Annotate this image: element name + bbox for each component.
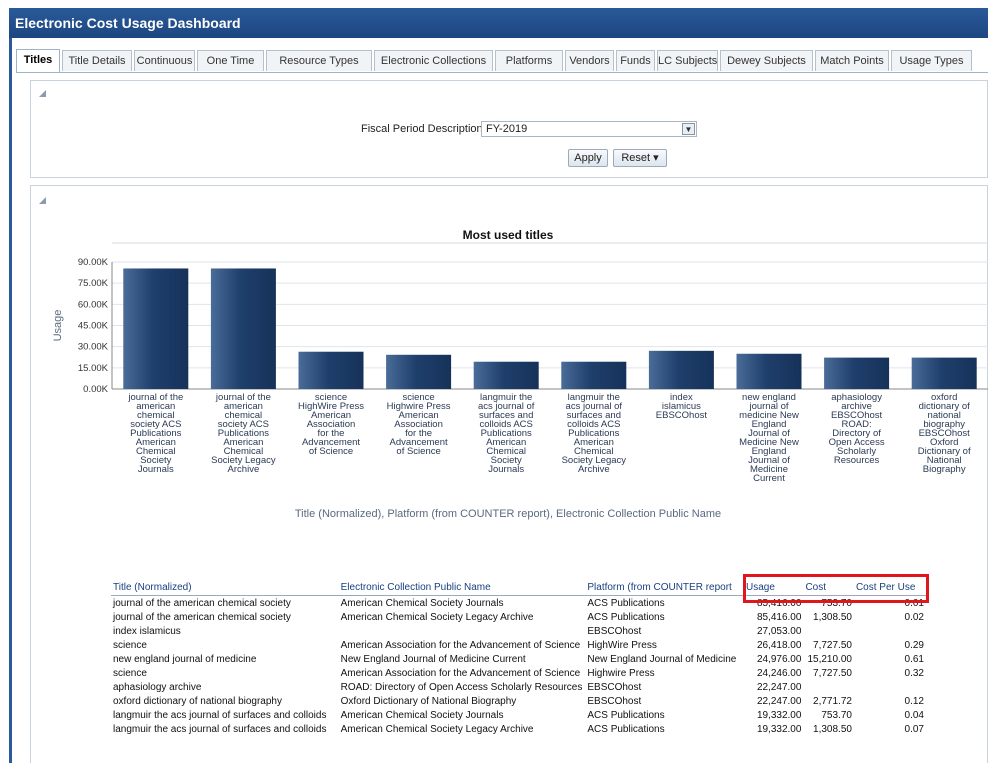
table-cell: 15,210.00 [807,653,852,665]
table-cell [854,680,926,694]
tab-vendors[interactable]: Vendors [565,50,614,71]
table-cell: journal of the american chemical society [113,597,291,609]
table-row: science American Association for the Adva… [111,666,926,680]
table-cell: EBSCOhost [587,695,642,707]
table-cell: HighWire Press [587,639,657,651]
dashboard-title: Electronic Cost Usage Dashboard [9,8,988,38]
table-cell: 0.07 [904,723,924,735]
tab-one-time[interactable]: One Time [197,50,264,71]
table-cell: oxford dictionary of national biography [113,695,282,707]
table-cell: American Chemical Society Journals [340,597,504,609]
fiscal-period-value: FY-2019 [486,123,528,135]
left-border [9,38,12,763]
reset-button[interactable]: Reset ▾ [613,149,667,167]
column-header[interactable]: Title (Normalized) [111,580,339,596]
table-row: index islamicus EBSCOhost 27,053.00 [111,624,926,638]
table-cell: ACS Publications [587,709,665,721]
table-cell: langmuir the acs journal of surfaces and… [113,723,327,735]
table-cell: 7,727.50 [813,639,852,651]
fiscal-period-label: Fiscal Period Description [361,123,483,135]
table-cell: 26,418.00 [756,639,802,651]
table-cell: EBSCOhost [587,625,642,637]
tab-continuous[interactable]: Continuous [134,50,195,71]
table-cell: 2,771.72 [813,695,852,707]
table-cell: 0.32 [904,667,924,679]
table-cell: 0.12 [904,695,924,707]
table-cell: American Chemical Society Legacy Archive [340,723,534,735]
tab-electronic-collections[interactable]: Electronic Collections [374,50,493,71]
table-cell: 19,332.00 [756,723,802,735]
table-cell: 27,053.00 [756,625,802,637]
chevron-down-icon: ▼ [682,123,695,135]
table-cell [803,680,854,694]
column-header[interactable]: Platform (from COUNTER report [585,580,745,596]
table-cell [339,624,586,638]
table-cell: 24,246.00 [756,667,802,679]
table-cell [854,624,926,638]
table-cell: 7,727.50 [813,667,852,679]
tab-resource-types[interactable]: Resource Types [266,50,372,71]
table-cell: ACS Publications [587,597,665,609]
table-cell: ROAD: Directory of Open Access Scholarly… [340,681,583,693]
table-cell: ACS Publications [587,723,665,735]
table-row: new england journal of medicine New Engla… [111,652,926,666]
table-cell: EBSCOhost [587,681,642,693]
table-row: science American Association for the Adva… [111,638,926,652]
apply-button[interactable]: Apply [568,149,608,167]
tab-usage-types[interactable]: Usage Types [891,50,972,71]
table-cell: new england journal of medicine [113,653,257,665]
chart-title: Most used titles [462,228,554,242]
table-row: aphasiology archive ROAD: Directory of Op… [111,680,926,694]
table-cell: 22,247.00 [756,681,802,693]
table-cell: American Association for the Advancement… [340,667,581,679]
table-cell: American Association for the Advancement… [340,639,581,651]
table-row: langmuir the acs journal of surfaces and… [111,722,926,736]
collapse-icon[interactable] [39,197,46,204]
tab-lc-subjects[interactable]: LC Subjects [657,50,718,71]
table-cell: American Chemical Society Journals [340,709,504,721]
table-cell: langmuir the acs journal of surfaces and… [113,709,327,721]
table-cell [803,624,854,638]
highlight-box [743,574,929,603]
table-cell: 0.29 [904,639,924,651]
tab-titles[interactable]: Titles [16,49,60,72]
table-cell: journal of the american chemical society [113,611,291,623]
table-cell: 22,247.00 [756,695,802,707]
table-cell: Oxford Dictionary of National Biography [340,695,517,707]
table-cell: science [113,639,147,651]
table-cell: 1,308.50 [813,723,852,735]
table-cell: New England Journal of Medicine Current [340,653,526,665]
table-cell: New England Journal of Medicine [587,653,737,665]
table-cell: American Chemical Society Legacy Archive [340,611,534,623]
column-header[interactable]: Electronic Collection Public Name [338,580,586,596]
table-row: oxford dictionary of national biography O… [111,694,926,708]
table-cell: 19,332.00 [756,709,802,721]
tab-title-details[interactable]: Title Details [62,50,132,71]
collapse-icon[interactable] [39,90,46,97]
table-cell: science [113,667,147,679]
tab-bar: Titles Title Details Continuous One Time Res… [16,47,988,73]
tab-platforms[interactable]: Platforms [495,50,563,71]
table-cell: index islamicus [113,625,181,637]
x-axis-title: Title (Normalized), Platform (from COUNT… [294,508,722,520]
table-cell: 0.04 [904,709,924,721]
table-cell: 1,308.50 [813,611,852,623]
table-cell: 0.61 [904,653,924,665]
prompt-panel: Fiscal Period Description FY-2019 ▼ Appl… [30,80,988,178]
tab-match-points[interactable]: Match Points [815,50,889,71]
dashboard-frame: Electronic Cost Usage Dashboard Titles Ti… [0,0,988,763]
table-cell: Highwire Press [587,667,655,679]
table-cell: 24,976.00 [756,653,802,665]
table-cell: aphasiology archive [113,681,202,693]
tab-funds[interactable]: Funds [616,50,655,71]
table-row: langmuir the acs journal of surfaces and… [111,708,926,722]
table-cell: 753.70 [821,709,852,721]
table-cell: 0.02 [904,611,924,623]
table-row: journal of the american chemical society… [111,610,926,624]
table-cell: ACS Publications [587,611,665,623]
results-table: Title (Normalized) Electronic Collection … [111,580,926,736]
tab-dewey-subjects[interactable]: Dewey Subjects [720,50,813,71]
fiscal-period-select[interactable]: FY-2019 ▼ [481,121,697,137]
table-cell: 85,416.00 [756,611,802,623]
